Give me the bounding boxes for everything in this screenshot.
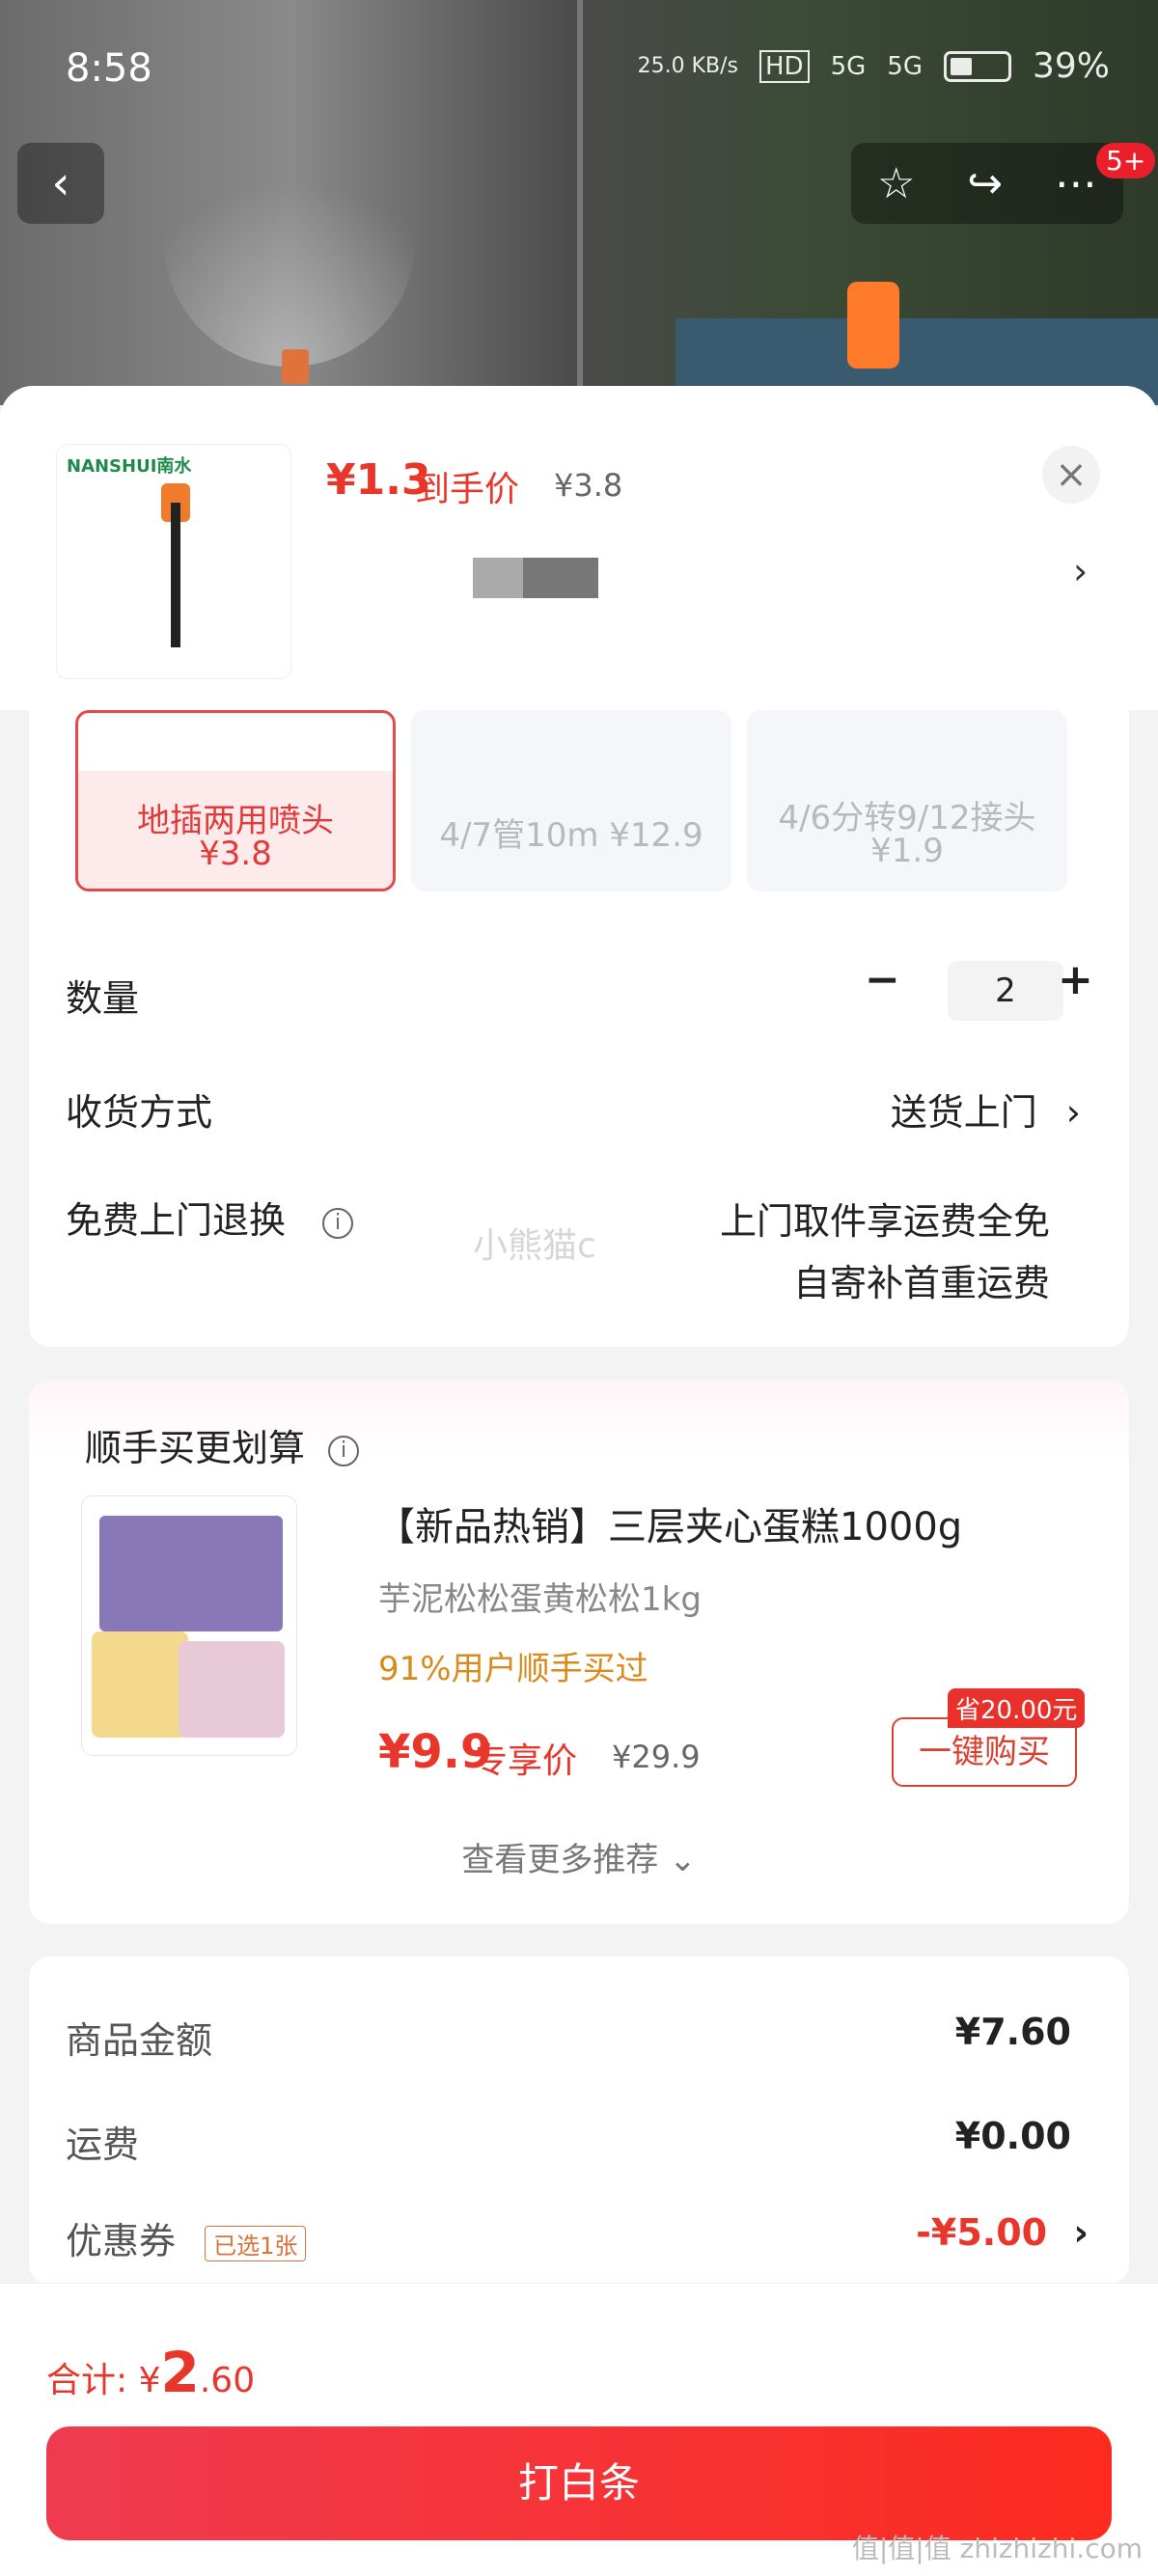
battery-icon (943, 50, 1011, 82)
recommendation-original-price: ¥29.9 (612, 1739, 701, 1775)
recommendation-name[interactable]: 【新品热销】三层夹心蛋糕1000g (376, 1495, 962, 1551)
shipping-value: ¥0.00 (954, 2115, 1071, 2157)
battery-percent: 39% (1032, 46, 1110, 86)
more-recommendations[interactable]: 查看更多推荐 ⌄ (29, 1833, 1129, 1880)
corner-watermark: 值|值|值 zhizhizhi.com (851, 2533, 1143, 2564)
coupon-label: 优惠券 (66, 2220, 177, 2262)
total-int: 2 (160, 2340, 200, 2405)
product-thumbnail[interactable]: NANSHUI南水 (56, 444, 291, 679)
total-label: 合计: (46, 2361, 128, 2400)
variant-price: ¥1.9 (870, 832, 944, 870)
original-price: ¥3.8 (554, 467, 623, 504)
sprinkler-stake (171, 503, 180, 647)
return-policy-line2: 自寄补首重运费 (792, 1262, 1050, 1304)
options-card: 数量 − 2 + 收货方式 送货上门 › 免费上门退换 i 上门取件享运费全免 … (29, 893, 1129, 1347)
plus-button[interactable]: + (1058, 955, 1093, 1004)
recommendation-title-row: 顺手买更划算 i (85, 1418, 360, 1471)
variant-option[interactable]: 4/6分转9/12接头 ¥1.9 (747, 710, 1067, 891)
recommendation-price-label: 专享价 (473, 1741, 578, 1781)
delivery-label: 收货方式 (66, 1091, 213, 1134)
chevron-right-icon: › (1065, 1091, 1081, 1134)
goods-amount-label: 商品金额 (66, 2019, 213, 2062)
info-icon[interactable]: i (322, 1207, 354, 1239)
variant-option[interactable]: 4/7管10m ¥12.9 (411, 710, 731, 891)
coupon-value: -¥5.00 (916, 2211, 1048, 2254)
status-time: 8:58 (66, 46, 152, 91)
close-button[interactable]: × (1042, 446, 1100, 504)
return-policy: 上门取件享运费全免 自寄补首重运费 (720, 1191, 1050, 1314)
image-divider (577, 0, 583, 405)
recommendation-card: 顺手买更划算 i 【新品热销】三层夹心蛋糕1000g 芋泥松松蛋黄松松1kg 9… (29, 1380, 1129, 1924)
variant-option[interactable]: 地插两用喷头 ¥3.8 (75, 710, 396, 891)
delivery-value: 送货上门 (890, 1091, 1037, 1134)
minus-button[interactable]: − (865, 955, 900, 1004)
close-icon: × (1055, 452, 1088, 497)
water-spray (164, 116, 415, 367)
more-label: 查看更多推荐 (461, 1841, 659, 1879)
quantity-label: 数量 (66, 977, 140, 1020)
watermark-text: 小熊猫c (473, 1226, 596, 1266)
coupon-tag: 已选1张 (205, 2226, 307, 2261)
sprinkler-head (847, 282, 899, 369)
variant-price: ¥3.8 (199, 835, 272, 873)
delivery-option[interactable]: 送货上门 › (891, 1082, 1081, 1136)
pay-button[interactable]: 打白条 (46, 2426, 1112, 2540)
message-badge: 5+ (1096, 143, 1156, 178)
recommendation-image[interactable] (81, 1495, 297, 1756)
sprinkler-head (282, 349, 309, 384)
redacted-text (473, 558, 598, 598)
chevron-right-icon: › (1073, 2211, 1089, 2254)
coupon-row[interactable]: 优惠券 已选1张 (66, 2211, 307, 2264)
recommendation-bought: 91%用户顺手买过 (378, 1650, 648, 1688)
return-policy-line1: 上门取件享运费全免 (719, 1200, 1050, 1243)
return-label-row: 免费上门退换 i (66, 1191, 354, 1244)
quantity-stepper[interactable]: 2 (948, 961, 1063, 1021)
hd-badge: HD (759, 49, 810, 83)
back-button[interactable]: ‹ (17, 143, 104, 224)
total-currency: ¥ (138, 2361, 161, 2400)
star-icon[interactable]: ☆ (877, 159, 915, 208)
summary-card: 商品金额 ¥7.60 运费 ¥0.00 优惠券 已选1张 -¥5.00 › (29, 1957, 1129, 2285)
save-tag: 省20.00元 (948, 1688, 1086, 1728)
cake-slice (179, 1641, 285, 1738)
status-icons: 25.0 KB/s HD 5G 5G 39% (638, 46, 1110, 86)
brand-logo: NANSHUI南水 (67, 456, 192, 477)
recommendation-sub: 芋泥松松蛋黄松松1kg (378, 1580, 702, 1619)
signal-5g-2: 5G (887, 51, 923, 81)
net-speed: 25.0 KB/s (637, 54, 738, 78)
cake-box (99, 1516, 283, 1631)
cake-slice (92, 1631, 188, 1738)
more-icon[interactable]: ⋯ (1055, 159, 1097, 208)
chevron-right-icon[interactable]: › (1073, 550, 1088, 592)
info-icon[interactable]: i (328, 1435, 360, 1466)
recommendation-title: 顺手买更划算 (85, 1427, 306, 1469)
chevron-down-icon: ⌄ (669, 1841, 697, 1879)
variant-list: 地插两用喷头 ¥3.8 4/7管10m ¥12.9 4/6分转9/12接头 ¥1… (29, 710, 1129, 893)
total-dec: .60 (199, 2361, 256, 2400)
top-actions: ☆ ↪ ⋯ (851, 143, 1123, 224)
share-icon[interactable]: ↪ (967, 159, 1003, 208)
signal-5g-1: 5G (830, 51, 867, 81)
chevron-left-icon: ‹ (51, 156, 70, 210)
return-label: 免费上门退换 (66, 1199, 287, 1242)
goods-amount-value: ¥7.60 (954, 2011, 1071, 2053)
footer-bar: 合计: ¥2.60 打白条 值|值|值 zhizhizhi.com (0, 2283, 1158, 2576)
shipping-label: 运费 (66, 2124, 140, 2166)
coupon-value-row[interactable]: -¥5.00 › (916, 2211, 1089, 2254)
total-price: 合计: ¥2.60 (46, 2340, 255, 2405)
final-price-label: 到手价 (415, 470, 520, 509)
variant-name: 4/7管10m ¥12.9 (439, 816, 703, 855)
